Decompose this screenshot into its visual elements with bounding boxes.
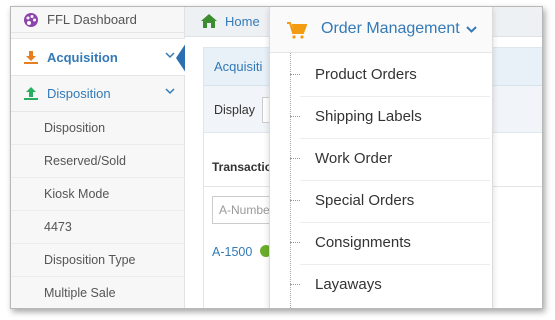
menu-item-layaways[interactable]: Layaways [270,264,492,306]
sidebar-item-label: Acquisition [47,49,118,65]
sidebar-subitem-disposition-type[interactable]: Disposition Type [11,244,185,277]
home-icon [201,14,217,28]
tree-connector [290,284,300,285]
shopping-cart-icon [287,22,307,39]
upload-icon [24,87,38,100]
sidebar: FFL Dashboard Acquisition Disposition Di… [11,7,185,308]
tree-connector [290,74,300,75]
menu-item-label: Layaways [315,276,382,293]
palette-icon [24,12,38,27]
sidebar-subitem-disposition[interactable]: Disposition [11,112,185,145]
sidebar-subitem-multiple-sale[interactable]: Multiple Sale [11,277,185,308]
tree-connector [290,242,300,243]
menu-item-consignments[interactable]: Consignments [270,222,492,264]
menu-item-label: Product Orders [315,66,417,83]
transaction-link[interactable]: A-1500 [212,245,252,259]
breadcrumb-home-link[interactable]: Home [225,14,260,29]
menu-item-shipping-labels[interactable]: Shipping Labels [270,96,492,138]
menu-item-work-order[interactable]: Work Order [270,138,492,180]
sidebar-item-label: Disposition [47,85,111,101]
menu-item-special-orders[interactable]: Special Orders [270,180,492,222]
chevron-down-icon [165,88,175,95]
menu-title: Order Management [321,20,460,37]
menu-item-label: Consignments [315,234,411,251]
menu-item-product-orders[interactable]: Product Orders [270,54,492,96]
tree-connector [290,158,300,159]
chevron-down-icon [466,26,477,33]
display-label: Display [214,103,255,117]
chevron-down-icon [165,52,175,59]
sidebar-item-ffl-dashboard[interactable]: FFL Dashboard [11,7,185,33]
sidebar-item-acquisition[interactable]: Acquisition [11,38,185,76]
sidebar-subitem-kiosk-mode[interactable]: Kiosk Mode [11,178,185,211]
screenshot-frame: FFL Dashboard Acquisition Disposition Di… [10,6,543,309]
tree-connector [290,200,300,201]
menu-item-label: Shipping Labels [315,108,422,125]
menu-item-label: Special Orders [315,192,415,209]
menu-header[interactable]: Order Management [270,7,492,53]
sidebar-item-disposition[interactable]: Disposition [11,75,185,112]
order-management-menu: Order Management Product Orders Shipping… [269,7,493,308]
sidebar-subitem-reserved-sold[interactable]: Reserved/Sold [11,145,185,178]
sidebar-item-label: FFL Dashboard [47,12,137,27]
sidebar-subitem-4473[interactable]: 4473 [11,211,185,244]
menu-item-label: Work Order [315,150,393,167]
tree-connector [290,116,300,117]
download-icon [24,51,38,64]
panel-title: Acquisiti [214,59,263,74]
transaction-column-header: Transactio [212,160,273,174]
